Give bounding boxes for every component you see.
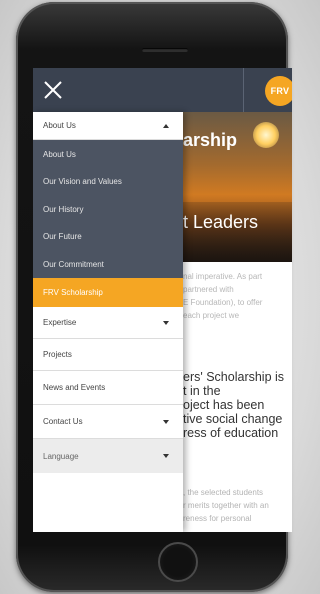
- section-heading: ers' Scholarship is t in the oject has b…: [183, 370, 291, 440]
- home-button[interactable]: [158, 542, 198, 582]
- submenu-item-frv-scholarship[interactable]: FRV Scholarship: [33, 278, 183, 307]
- submenu-item-label: Our Future: [43, 232, 82, 241]
- heading-line: oject has been: [183, 398, 265, 412]
- intro-line: each project we: [183, 311, 240, 320]
- intro-line: partnered with: [183, 285, 234, 294]
- hero-title-line2: t Leaders: [183, 212, 259, 232]
- submenu-item-commitment[interactable]: Our Commitment: [33, 250, 183, 278]
- body-paragraph: , the selected students r merits togethe…: [183, 486, 291, 525]
- body-line: reness for personal: [183, 514, 252, 523]
- intro-line: nal imperative. As part: [183, 272, 263, 281]
- sunset-image: [253, 122, 279, 148]
- menu-item-label: News and Events: [43, 383, 106, 392]
- speaker-grille: [142, 48, 188, 52]
- hero-title-line1: arship: [183, 130, 238, 150]
- submenu-item-vision-values[interactable]: Our Vision and Values: [33, 168, 183, 195]
- language-selector[interactable]: Language: [33, 439, 183, 473]
- body-line: r merits together with an: [183, 501, 269, 510]
- submenu-item-history[interactable]: Our History: [33, 195, 183, 223]
- menu-item-projects[interactable]: Projects: [33, 339, 183, 371]
- chevron-down-icon: [163, 454, 169, 458]
- language-label: Language: [43, 451, 79, 461]
- frv-logo[interactable]: FRV: [265, 76, 292, 106]
- topbar-divider: [243, 68, 244, 112]
- menu-item-label: Projects: [43, 350, 72, 359]
- menu-item-contact-us[interactable]: Contact Us: [33, 405, 183, 439]
- submenu-item-label: About Us: [43, 149, 76, 159]
- submenu-item-label: Our Vision and Values: [43, 177, 122, 186]
- chevron-down-icon: [163, 320, 169, 325]
- menu-item-about-us[interactable]: About Us: [33, 112, 183, 140]
- submenu-item-label: FRV Scholarship: [43, 288, 103, 297]
- chevron-up-icon: [163, 123, 169, 128]
- intro-line: E Foundation), to offer: [183, 298, 263, 307]
- chevron-down-icon: [163, 419, 169, 424]
- submenu-item-label: Our Commitment: [43, 259, 104, 269]
- menu-item-label: Expertise: [43, 318, 77, 327]
- body-line: , the selected students: [183, 488, 264, 497]
- menu-item-news-events[interactable]: News and Events: [33, 371, 183, 405]
- heading-line: tive social change: [183, 412, 283, 426]
- submenu-item-future[interactable]: Our Future: [33, 223, 183, 250]
- intro-paragraph: nal imperative. As part partnered with E…: [183, 270, 291, 322]
- menu-item-label: About Us: [43, 121, 76, 130]
- menu-item-expertise[interactable]: Expertise: [33, 307, 183, 339]
- submenu-item-label: Our History: [43, 204, 84, 214]
- app-screen: FRV arship t Leaders nal imperative. As …: [33, 68, 292, 532]
- top-navigation-bar: FRV: [33, 68, 292, 112]
- menu-item-label: Contact Us: [43, 417, 83, 426]
- heading-line: t in the: [183, 384, 221, 398]
- close-icon[interactable]: [41, 78, 65, 102]
- submenu-item-about-us[interactable]: About Us: [33, 140, 183, 168]
- heading-line: ers' Scholarship is: [183, 370, 285, 384]
- heading-line: ress of education: [183, 426, 279, 440]
- side-menu: About Us About Us Our Vision and Values …: [33, 112, 183, 532]
- menu-background: [33, 478, 183, 532]
